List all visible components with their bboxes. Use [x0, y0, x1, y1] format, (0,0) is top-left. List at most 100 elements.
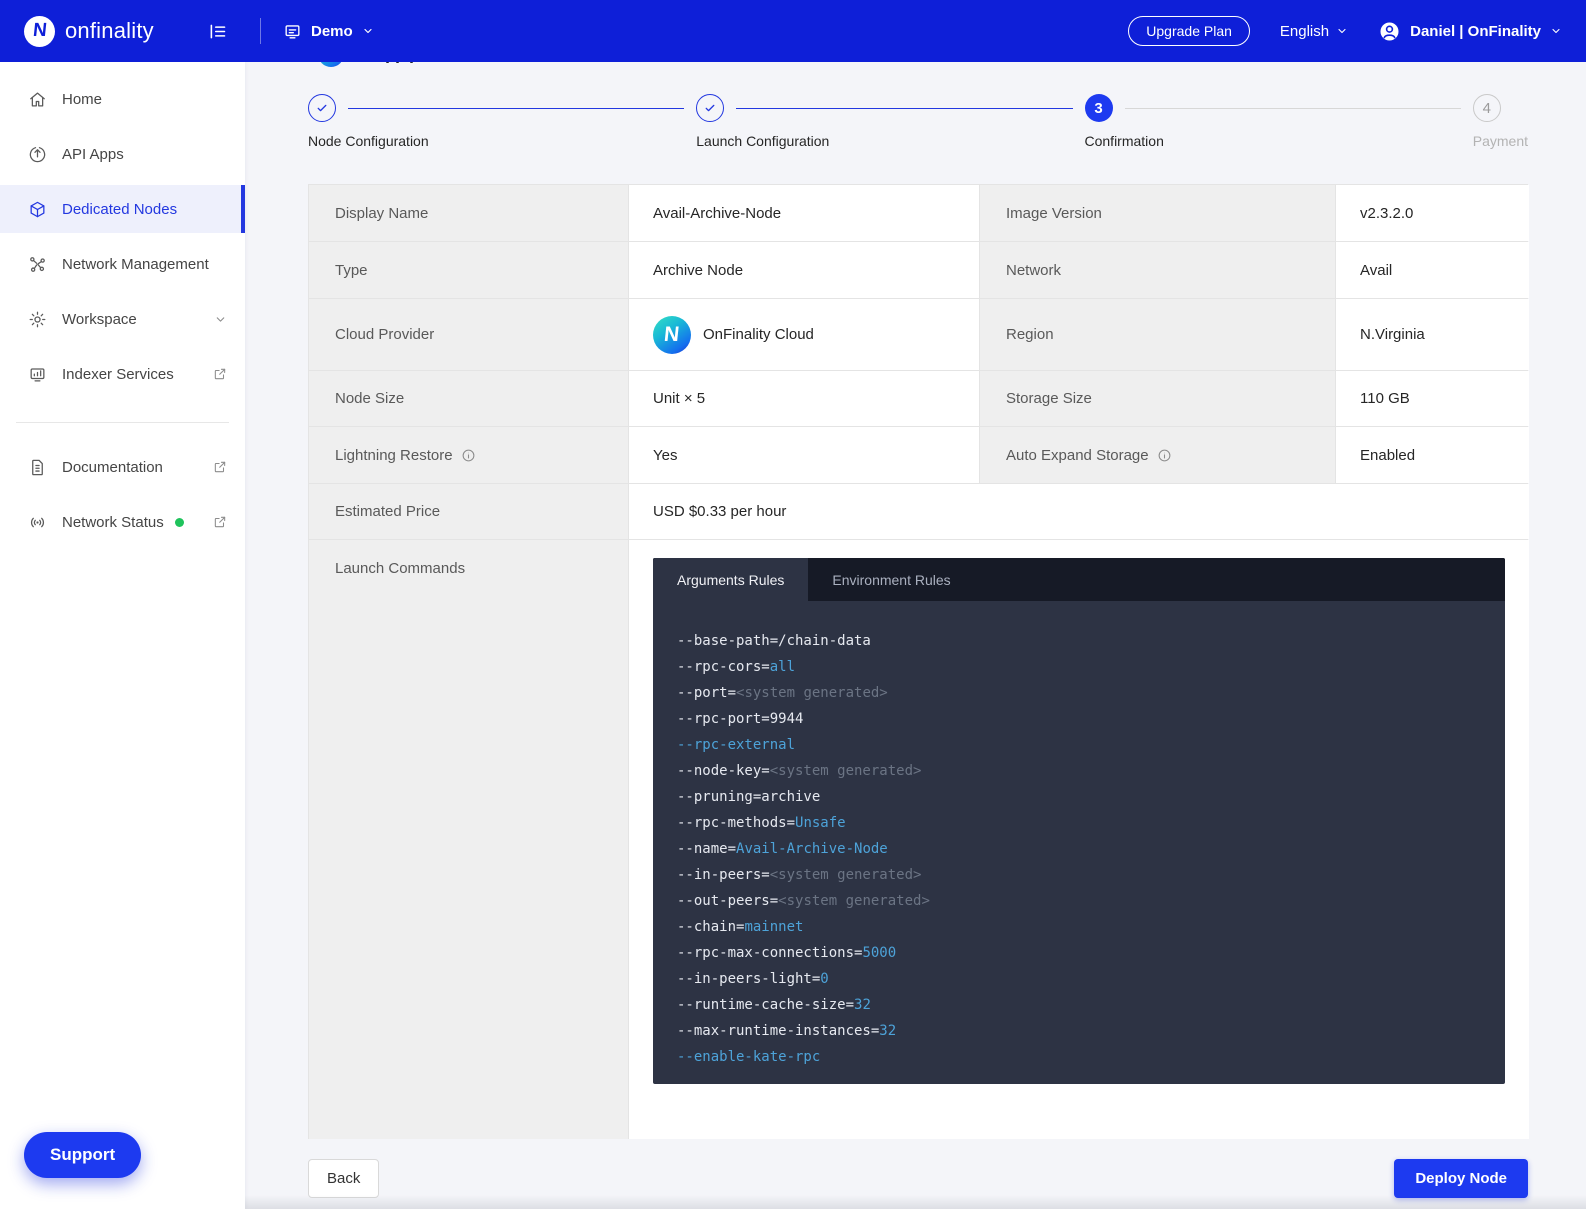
code-tabs: Arguments Rules Environment Rules — [653, 558, 1505, 601]
sidebar-collapse-icon[interactable] — [200, 14, 234, 48]
cube-icon — [28, 200, 47, 219]
onfinality-cloud-logo-icon: N — [653, 316, 691, 354]
row-label: Storage Size — [979, 371, 1335, 426]
language-label: English — [1280, 23, 1329, 40]
tab-environment-rules[interactable]: Environment Rules — [808, 558, 974, 601]
stepper: Node Configuration Launch Configuration … — [308, 94, 1528, 149]
workspace-switcher[interactable]: Demo — [283, 22, 374, 41]
tab-arguments-rules[interactable]: Arguments Rules — [653, 558, 808, 601]
table-row: Estimated Price USD $0.33 per hour — [309, 483, 1527, 539]
external-link-icon — [213, 460, 227, 474]
row-label: Image Version — [979, 185, 1335, 241]
table-row: Node Size Unit × 5 Storage Size 110 GB — [309, 370, 1527, 426]
step-check-icon — [308, 94, 336, 122]
sidebar-item-documentation[interactable]: Documentation — [0, 443, 245, 491]
display-name-value: Avail-Archive-Node — [628, 185, 979, 241]
onfinality-logo-icon: N — [24, 16, 55, 47]
sidebar-item-network-status[interactable]: Network Status — [0, 498, 245, 546]
sidebar-item-network-management[interactable]: Network Management — [0, 240, 245, 288]
step-payment[interactable]: 4 Payment — [1473, 94, 1528, 149]
step-label: Node Configuration — [308, 133, 696, 149]
chevron-down-icon — [1336, 25, 1348, 37]
table-row: Display Name Avail-Archive-Node Image Ve… — [309, 185, 1527, 241]
indexer-monitor-icon — [28, 365, 47, 384]
table-row: Launch Commands Arguments Rules Environm… — [309, 539, 1527, 1138]
region-value: N.Virginia — [1335, 299, 1529, 370]
step-confirmation[interactable]: 3 Confirmation — [1085, 94, 1473, 149]
row-label: Node Size — [309, 371, 628, 426]
row-label: Lightning Restore — [309, 427, 628, 483]
code-line: --enable-kate-rpc — [677, 1044, 1481, 1070]
auto-expand-storage-value: Enabled — [1335, 427, 1529, 483]
lightning-restore-value: Yes — [628, 427, 979, 483]
sidebar-divider — [16, 422, 229, 423]
wizard-footer: Back Deploy Node — [308, 1159, 1528, 1198]
sidebar-item-label: Dedicated Nodes — [62, 201, 177, 218]
code-line: --rpc-methods=Unsafe — [677, 810, 1481, 836]
home-icon — [28, 90, 47, 109]
row-label: Launch Commands — [309, 540, 628, 1139]
sidebar-item-label: Network Status — [62, 514, 164, 531]
info-icon[interactable] — [461, 448, 476, 463]
type-value: Archive Node — [628, 242, 979, 298]
sidebar-item-label: Indexer Services — [62, 366, 174, 383]
navbar-divider — [260, 18, 261, 44]
code-line: --in-peers=<system generated> — [677, 862, 1481, 888]
image-version-value: v2.3.2.0 — [1335, 185, 1529, 241]
confirmation-summary-table: Display Name Avail-Archive-Node Image Ve… — [308, 184, 1528, 1139]
row-label: Display Name — [309, 185, 628, 241]
language-selector[interactable]: English — [1280, 23, 1348, 40]
code-line: --max-runtime-instances=32 — [677, 1018, 1481, 1044]
code-line: --rpc-port=9944 — [677, 706, 1481, 732]
workspace-name: Demo — [311, 23, 353, 40]
table-row: Cloud Provider N OnFinality Cloud Region… — [309, 298, 1527, 370]
upgrade-plan-button[interactable]: Upgrade Plan — [1128, 16, 1250, 46]
step-launch-configuration[interactable]: Launch Configuration — [696, 94, 1084, 149]
info-icon[interactable] — [1157, 448, 1172, 463]
sidebar-item-dedicated-nodes[interactable]: Dedicated Nodes — [0, 185, 245, 233]
main-content: Node Configuration Launch Configuration … — [245, 62, 1586, 1209]
sidebar-item-workspace[interactable]: Workspace — [0, 295, 245, 343]
chevron-down-icon — [362, 25, 374, 37]
broadcast-icon — [28, 513, 47, 532]
estimated-price-value: USD $0.33 per hour — [628, 484, 1529, 539]
avatar-icon — [1378, 20, 1401, 43]
code-line: --out-peers=<system generated> — [677, 888, 1481, 914]
code-line: --port=<system generated> — [677, 680, 1481, 706]
code-line: --node-key=<system generated> — [677, 758, 1481, 784]
back-button[interactable]: Back — [308, 1159, 379, 1198]
step-label: Confirmation — [1085, 133, 1473, 149]
node-size-value: Unit × 5 — [628, 371, 979, 426]
launch-commands-panel: Arguments Rules Environment Rules --base… — [653, 558, 1505, 1084]
step-label: Launch Configuration — [696, 133, 1084, 149]
code-line: --chain=mainnet — [677, 914, 1481, 940]
row-label: Estimated Price — [309, 484, 628, 539]
user-name: Daniel | OnFinality — [1410, 23, 1541, 40]
stepper-connector — [736, 108, 1072, 109]
chevron-down-icon — [214, 313, 227, 326]
network-nodes-icon — [28, 255, 47, 274]
onfinality-logo[interactable]: N onfinality — [24, 16, 186, 47]
sidebar-item-indexer-services[interactable]: Indexer Services — [0, 350, 245, 398]
api-apps-icon — [28, 145, 47, 164]
cloud-provider-name: OnFinality Cloud — [703, 326, 814, 343]
sidebar-item-home[interactable]: Home — [0, 75, 245, 123]
sidebar-item-api-apps[interactable]: API Apps — [0, 130, 245, 178]
network-value: Avail — [1335, 242, 1529, 298]
code-line: --in-peers-light=0 — [677, 966, 1481, 992]
table-row: Type Archive Node Network Avail — [309, 241, 1527, 298]
row-label: Type — [309, 242, 628, 298]
step-number: 4 — [1473, 94, 1501, 122]
code-line: --base-path=/chain-data — [677, 628, 1481, 654]
user-menu[interactable]: Daniel | OnFinality — [1378, 20, 1562, 43]
code-content: --base-path=/chain-data--rpc-cors=all--p… — [653, 601, 1505, 1084]
sidebar-item-label: Workspace — [62, 311, 137, 328]
step-label: Payment — [1473, 133, 1528, 149]
step-check-icon — [696, 94, 724, 122]
code-line: --pruning=archive — [677, 784, 1481, 810]
deploy-node-button[interactable]: Deploy Node — [1394, 1159, 1528, 1198]
step-node-configuration[interactable]: Node Configuration — [308, 94, 696, 149]
row-label: Region — [979, 299, 1335, 370]
code-line: --rpc-external — [677, 732, 1481, 758]
support-button[interactable]: Support — [24, 1132, 141, 1178]
